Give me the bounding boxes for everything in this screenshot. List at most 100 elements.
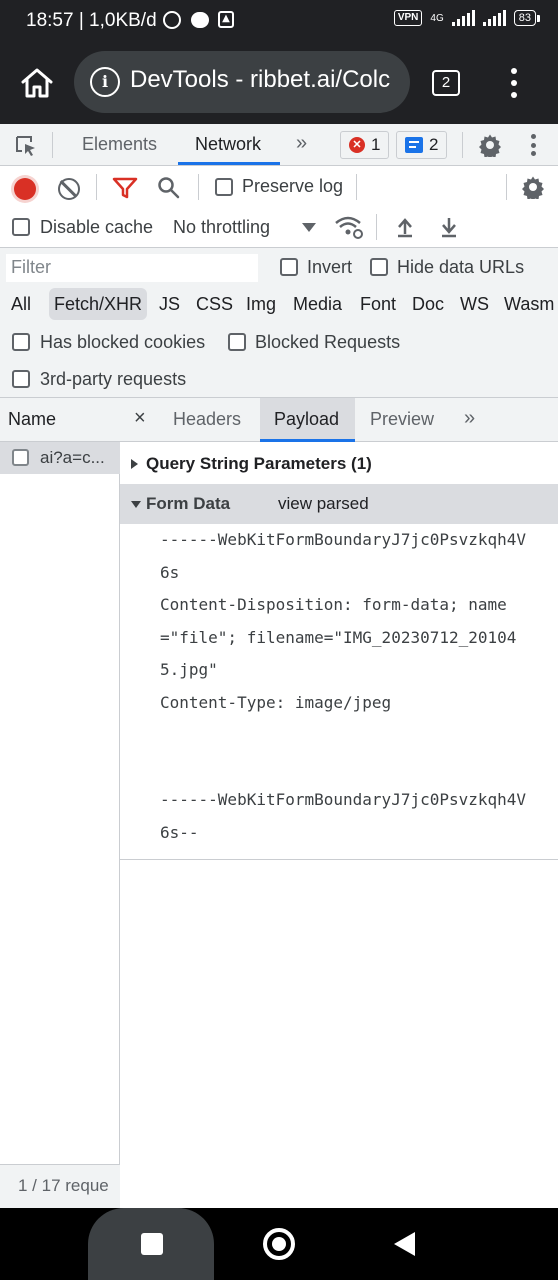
disable-cache-label: Disable cache bbox=[40, 217, 154, 237]
network-type: 4G bbox=[430, 12, 444, 24]
type-filter-all[interactable]: All bbox=[6, 288, 36, 320]
third-party-label: 3rd-party requests bbox=[40, 369, 187, 389]
hide-data-urls-checkbox[interactable] bbox=[370, 258, 388, 276]
requests-pane: Name ai?a=c... 1 / 17 reque bbox=[0, 398, 120, 1208]
clear-icon[interactable] bbox=[58, 178, 80, 200]
tab-preview[interactable]: Preview bbox=[370, 409, 434, 430]
blocked-requests-label: Blocked Requests bbox=[255, 332, 401, 352]
divider bbox=[120, 859, 558, 860]
record-button[interactable] bbox=[14, 178, 36, 200]
has-blocked-cookies-label: Has blocked cookies bbox=[40, 332, 206, 352]
request-type-icon bbox=[12, 449, 29, 466]
type-filter-media[interactable]: Media bbox=[288, 288, 347, 320]
type-filter-css[interactable]: CSS bbox=[191, 288, 238, 320]
messages-badge[interactable]: 2 bbox=[396, 131, 448, 159]
address-bar[interactable]: i DevTools - ribbet.ai/Colc bbox=[74, 51, 410, 113]
vpn-icon: VPN bbox=[393, 10, 423, 26]
view-parsed-link[interactable]: view parsed bbox=[278, 494, 369, 514]
invert-label: Invert bbox=[307, 257, 353, 277]
form-data-line bbox=[160, 719, 558, 752]
disable-cache-checkbox[interactable] bbox=[12, 218, 30, 236]
export-har-icon[interactable] bbox=[439, 216, 459, 238]
form-data-line: 5.jpg" bbox=[160, 660, 218, 679]
tab-elements[interactable]: Elements bbox=[82, 134, 157, 155]
network-conditions-icon[interactable] bbox=[334, 214, 364, 240]
form-data-section-header[interactable]: Form Data view parsed bbox=[120, 484, 558, 524]
home-button-icon[interactable] bbox=[263, 1228, 295, 1260]
request-details-pane: × Headers Payload Preview » Query String… bbox=[120, 398, 558, 1208]
status-time: 18:57 | 1,0KB/d bbox=[26, 10, 157, 31]
alarm-icon bbox=[163, 11, 181, 29]
type-filter-fetch-xhr[interactable]: Fetch/XHR bbox=[49, 288, 148, 320]
signal-icon-2 bbox=[482, 10, 506, 26]
type-filter-img[interactable]: Img bbox=[241, 288, 281, 320]
throttling-select[interactable]: No throttling bbox=[173, 217, 270, 238]
url-text[interactable]: DevTools - ribbet.ai/Colc bbox=[130, 66, 390, 94]
tab-switcher-button[interactable]: 2 bbox=[432, 70, 460, 96]
has-blocked-cookies-checkbox[interactable] bbox=[12, 333, 30, 351]
more-tabs-icon[interactable]: » bbox=[296, 132, 307, 155]
error-icon: ✕ bbox=[349, 137, 365, 153]
status-right: VPN 4G 83 bbox=[393, 10, 541, 26]
inspect-element-icon[interactable] bbox=[14, 134, 38, 158]
devtools-menu-icon[interactable] bbox=[531, 134, 536, 156]
errors-count: 1 bbox=[371, 135, 381, 154]
throttling-dropdown-icon[interactable] bbox=[302, 223, 316, 232]
filter-icon[interactable] bbox=[112, 176, 138, 200]
messages-count: 2 bbox=[429, 135, 439, 154]
settings-gear-icon[interactable] bbox=[478, 133, 502, 157]
request-name[interactable]: ai?a=c... bbox=[40, 448, 116, 468]
third-party-checkbox[interactable] bbox=[12, 370, 30, 388]
form-data-line: 6s-- bbox=[160, 822, 199, 842]
tab-payload[interactable]: Payload bbox=[274, 409, 339, 430]
table-row[interactable]: ai?a=c... bbox=[0, 442, 120, 474]
preserve-log-label: Preserve log bbox=[242, 176, 344, 196]
form-data-line: ------WebKitFormBoundaryJ7jc0Psvzkqh4V bbox=[160, 790, 527, 809]
name-column-header[interactable]: Name bbox=[0, 398, 120, 442]
form-data-line: Content-Type: image/jpeg bbox=[160, 692, 392, 712]
details-tab-bar: × Headers Payload Preview » bbox=[120, 398, 558, 442]
filter-bar: Filter Invert Hide data URLs All Fetch/X… bbox=[0, 248, 558, 398]
type-filter-ws[interactable]: WS bbox=[455, 288, 494, 320]
home-icon[interactable] bbox=[18, 64, 56, 102]
signal-icon bbox=[451, 10, 475, 26]
tab-headers[interactable]: Headers bbox=[173, 409, 241, 430]
errors-badge[interactable]: ✕ 1 bbox=[340, 131, 390, 159]
expand-arrow-icon bbox=[131, 459, 138, 469]
type-filter-font[interactable]: Font bbox=[355, 288, 401, 320]
upload-icon: ▲ bbox=[218, 11, 234, 28]
requests-summary: 1 / 17 reque bbox=[0, 1164, 120, 1208]
message-icon bbox=[405, 137, 423, 153]
query-string-section-header[interactable]: Query String Parameters (1) bbox=[120, 444, 558, 484]
network-toolbar: Preserve log Disable cache No throttling bbox=[0, 166, 558, 248]
close-icon[interactable]: × bbox=[134, 407, 146, 430]
recents-icon[interactable] bbox=[141, 1233, 163, 1255]
info-icon[interactable]: i bbox=[90, 67, 120, 97]
form-data-line bbox=[160, 752, 558, 785]
tab-network[interactable]: Network bbox=[195, 134, 261, 155]
filter-input[interactable]: Filter bbox=[6, 254, 258, 282]
system-navigation-bar bbox=[0, 1208, 558, 1280]
devtools-tab-bar: Elements Network » ✕ 1 2 bbox=[0, 124, 558, 166]
invert-checkbox[interactable] bbox=[280, 258, 298, 276]
form-data-title: Form Data bbox=[146, 494, 231, 513]
hide-data-urls-label: Hide data URLs bbox=[397, 257, 525, 277]
back-icon[interactable] bbox=[394, 1232, 415, 1256]
form-data-line: ="file"; filename="IMG_20230712_20104 bbox=[160, 627, 517, 647]
import-har-icon[interactable] bbox=[395, 216, 415, 238]
type-filter-doc[interactable]: Doc bbox=[407, 288, 449, 320]
form-data-body: ------WebKitFormBoundaryJ7jc0Psvzkqh4V 6… bbox=[160, 524, 558, 849]
browser-toolbar: i DevTools - ribbet.ai/Colc 2 bbox=[0, 42, 558, 124]
cloud-icon bbox=[191, 12, 209, 28]
search-icon[interactable] bbox=[157, 176, 181, 200]
preserve-log-checkbox[interactable] bbox=[215, 178, 233, 196]
network-settings-gear-icon[interactable] bbox=[521, 175, 545, 199]
status-bar: 18:57 | 1,0KB/d ▲ VPN 4G 83 bbox=[0, 0, 558, 42]
more-details-tabs-icon[interactable]: » bbox=[464, 407, 475, 430]
blocked-requests-checkbox[interactable] bbox=[228, 333, 246, 351]
type-filter-js[interactable]: JS bbox=[154, 288, 185, 320]
battery-icon: 83 bbox=[513, 10, 541, 26]
type-filter-wasm[interactable]: Wasm bbox=[499, 288, 558, 320]
form-data-line: Content-Disposition: form-data; name bbox=[160, 595, 507, 614]
more-vert-icon[interactable] bbox=[510, 68, 518, 98]
